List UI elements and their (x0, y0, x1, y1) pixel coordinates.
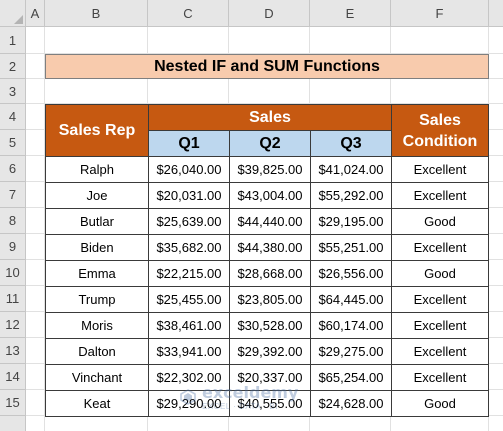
cell-sales-rep[interactable]: Joe (45, 182, 149, 209)
cell-q1[interactable]: $25,455.00 (148, 286, 230, 313)
row-header-12[interactable]: 12 (0, 312, 26, 338)
cell-sales-rep[interactable]: Moris (45, 312, 149, 339)
cell-sales-rep[interactable]: Trump (45, 286, 149, 313)
column-header-c[interactable]: C (148, 0, 229, 27)
cell-q2[interactable]: $28,668.00 (229, 260, 311, 287)
cell-sales-condition[interactable]: Good (391, 390, 489, 417)
header-sales-condition[interactable]: Sales Condition (391, 104, 489, 157)
cell-sales-rep[interactable]: Keat (45, 390, 149, 417)
row-header-1[interactable]: 1 (0, 27, 26, 54)
header-q3[interactable]: Q3 (310, 130, 392, 157)
cell-sales-rep[interactable]: Dalton (45, 338, 149, 365)
header-q1[interactable]: Q1 (148, 130, 230, 157)
column-header-b[interactable]: B (45, 0, 148, 27)
cell-q1[interactable]: $38,461.00 (148, 312, 230, 339)
cell-q2[interactable]: $29,392.00 (229, 338, 311, 365)
cell-sales-rep[interactable]: Butlar (45, 208, 149, 235)
column-header-a[interactable]: A (26, 0, 45, 27)
header-q2[interactable]: Q2 (229, 130, 311, 157)
cell-q3[interactable]: $29,275.00 (310, 338, 392, 365)
select-all-triangle-icon (14, 15, 23, 24)
cell-q3[interactable]: $64,445.00 (310, 286, 392, 313)
row-header-15[interactable]: 15 (0, 390, 26, 416)
row-header-7[interactable]: 7 (0, 182, 26, 208)
row-header-14[interactable]: 14 (0, 364, 26, 390)
row-header-6[interactable]: 6 (0, 156, 26, 182)
cell-q3[interactable]: $65,254.00 (310, 364, 392, 391)
cell-sales-condition[interactable]: Excellent (391, 156, 489, 183)
cell-sales-condition[interactable]: Excellent (391, 338, 489, 365)
cell-q2[interactable]: $40,555.00 (229, 390, 311, 417)
row-header-2[interactable]: 2 (0, 54, 26, 79)
row-header-9[interactable]: 9 (0, 234, 26, 260)
column-header-f[interactable]: F (391, 0, 489, 27)
cell-q3[interactable]: $55,251.00 (310, 234, 392, 261)
cell-q1[interactable]: $20,031.00 (148, 182, 230, 209)
cell-q2[interactable]: $43,004.00 (229, 182, 311, 209)
cell-q3[interactable]: $29,195.00 (310, 208, 392, 235)
select-all-corner[interactable] (0, 0, 26, 27)
row-header-13[interactable]: 13 (0, 338, 26, 364)
cell-q1[interactable]: $35,682.00 (148, 234, 230, 261)
cell-q2[interactable]: $30,528.00 (229, 312, 311, 339)
cell-sales-condition[interactable]: Excellent (391, 182, 489, 209)
cell-q1[interactable]: $22,215.00 (148, 260, 230, 287)
cell-q2[interactable]: $23,805.00 (229, 286, 311, 313)
column-header-g[interactable] (489, 0, 503, 27)
cell-sales-condition[interactable]: Good (391, 260, 489, 287)
cell-q2[interactable]: $44,380.00 (229, 234, 311, 261)
cell-sales-condition[interactable]: Excellent (391, 364, 489, 391)
cell-sales-rep[interactable]: Ralph (45, 156, 149, 183)
cell-sales-rep[interactable]: Vinchant (45, 364, 149, 391)
header-sales[interactable]: Sales (148, 104, 392, 131)
column-header-e[interactable]: E (310, 0, 391, 27)
cell-q3[interactable]: $24,628.00 (310, 390, 392, 417)
cell-sales-condition[interactable]: Good (391, 208, 489, 235)
cell-q2[interactable]: $20,337.00 (229, 364, 311, 391)
cell-q1[interactable]: $25,639.00 (148, 208, 230, 235)
cell-q2[interactable]: $44,440.00 (229, 208, 311, 235)
column-header-d[interactable]: D (229, 0, 310, 27)
cell-q3[interactable]: $60,174.00 (310, 312, 392, 339)
cell-q3[interactable]: $26,556.00 (310, 260, 392, 287)
row-header-16[interactable] (0, 416, 26, 431)
cell-sales-condition[interactable]: Excellent (391, 234, 489, 261)
row-header-8[interactable]: 8 (0, 208, 26, 234)
cell-q1[interactable]: $33,941.00 (148, 338, 230, 365)
sheet-title[interactable]: Nested IF and SUM Functions (45, 54, 489, 79)
cell-sales-condition[interactable]: Excellent (391, 286, 489, 313)
cell-sales-rep[interactable]: Emma (45, 260, 149, 287)
header-sales-rep[interactable]: Sales Rep (45, 104, 149, 157)
cell-q3[interactable]: $41,024.00 (310, 156, 392, 183)
cell-q1[interactable]: $26,040.00 (148, 156, 230, 183)
row-header-11[interactable]: 11 (0, 286, 26, 312)
row-header-4[interactable]: 4 (0, 104, 26, 130)
cell-q1[interactable]: $22,302.00 (148, 364, 230, 391)
row-header-10[interactable]: 10 (0, 260, 26, 286)
cell-q3[interactable]: $55,292.00 (310, 182, 392, 209)
cell-q1[interactable]: $29,290.00 (148, 390, 230, 417)
row-header-3[interactable]: 3 (0, 79, 26, 104)
cell-q2[interactable]: $39,825.00 (229, 156, 311, 183)
row-header-5[interactable]: 5 (0, 130, 26, 156)
cell-sales-condition[interactable]: Excellent (391, 312, 489, 339)
cell-sales-rep[interactable]: Biden (45, 234, 149, 261)
